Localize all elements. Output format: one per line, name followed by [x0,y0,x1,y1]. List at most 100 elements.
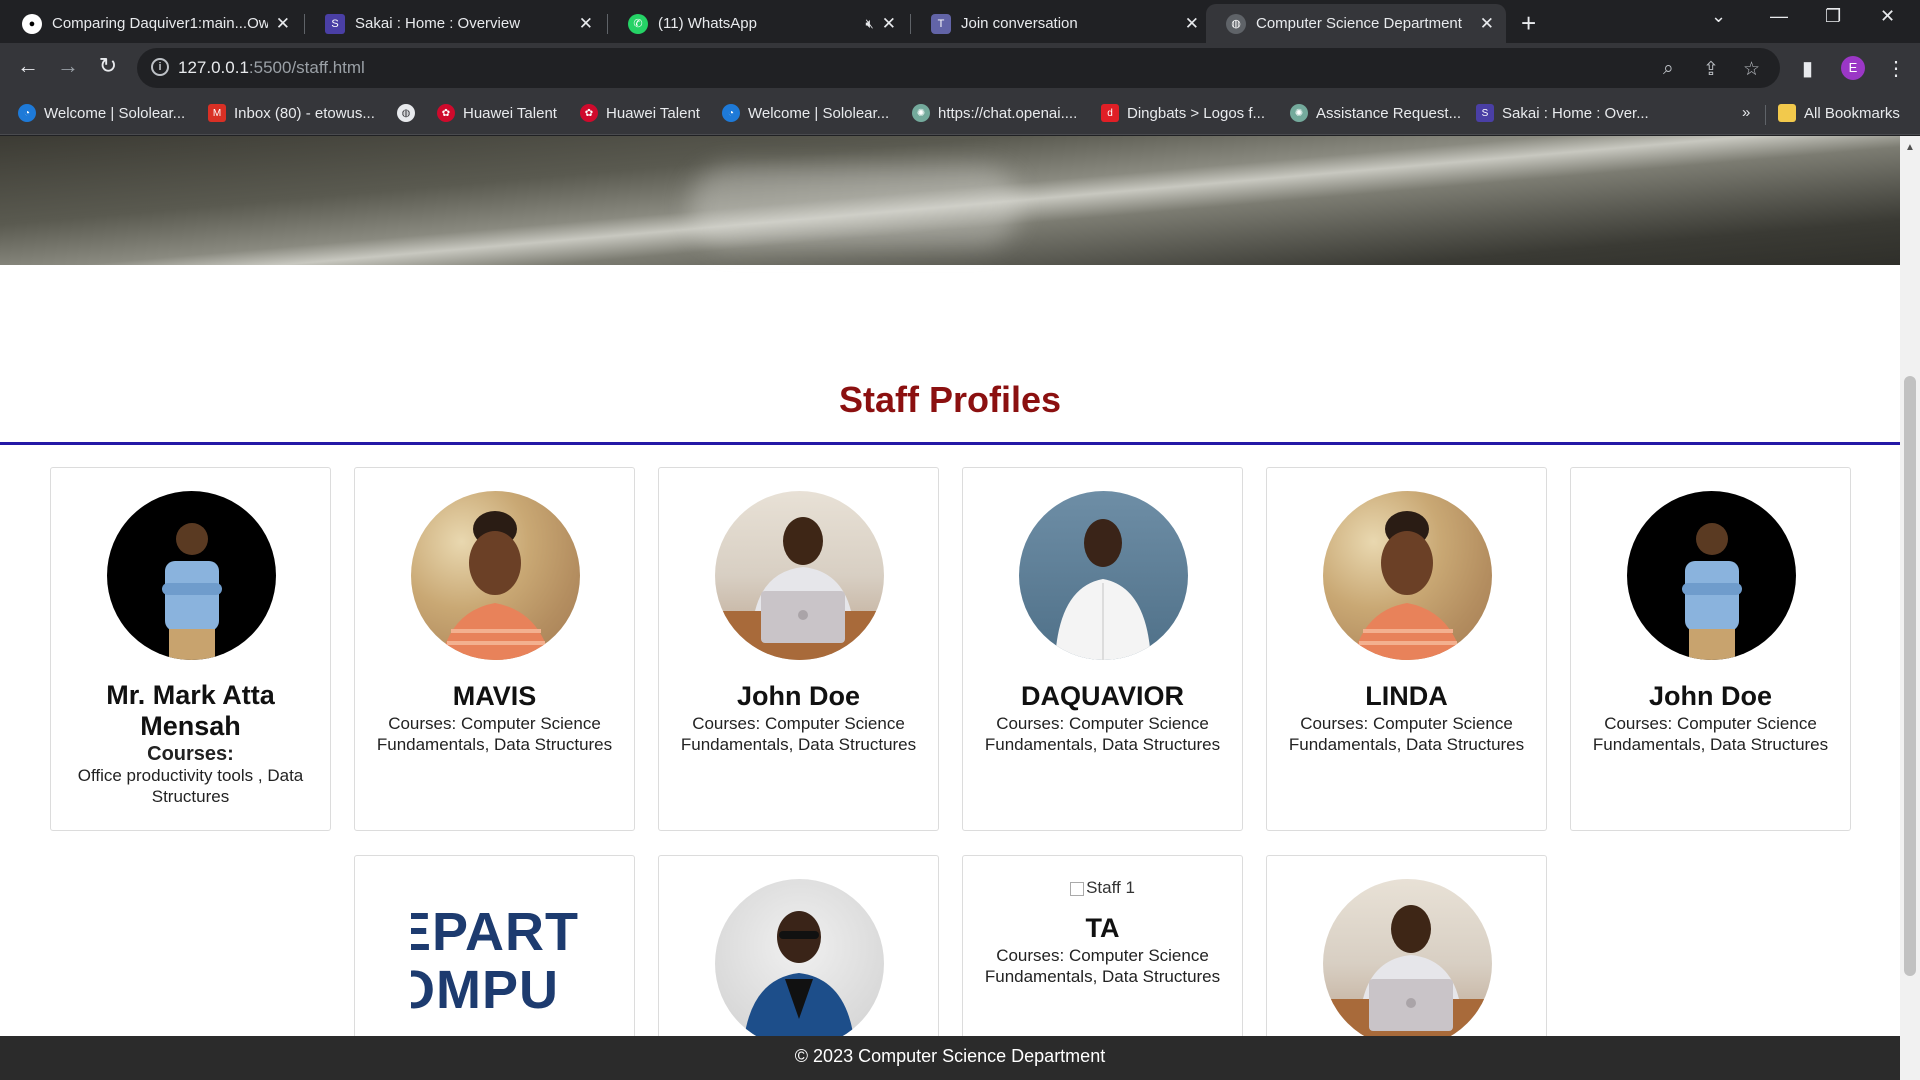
bookmark-label: Dingbats > Logos f... [1127,104,1266,122]
side-panel-icon[interactable]: ▮ [1802,56,1813,81]
bookmark-globe[interactable]: ◍ [397,104,423,122]
broken-image-alt-text: Staff 1 [1086,878,1135,897]
tab-title: Computer Science Department [1256,15,1462,32]
url-text[interactable]: 127.0.0.1:5500/staff.html [178,58,365,78]
staff-card: DAQUAVIOR Courses: Computer Science Fund… [962,467,1243,831]
folder-icon [1778,104,1796,122]
site-info-icon[interactable]: i [151,58,169,76]
menu-kebab-icon[interactable]: ⋮ [1886,56,1906,81]
tab-whatsapp[interactable]: ✆ (11) WhatsApp 🔇︎ ✕ [608,4,908,43]
close-icon[interactable]: ✕ [579,14,593,34]
all-bookmarks-button[interactable]: All Bookmarks [1778,104,1900,122]
scroll-up-arrow-icon[interactable]: ▲ [1905,142,1915,153]
tab-strip: ● Comparing Daquiver1:main...Ow ✕ S Saka… [0,0,1920,43]
staff-courses: Courses: Computer Science Fundamentals, … [376,714,613,754]
minimize-button[interactable]: — [1770,6,1788,27]
sakai-icon: S [325,13,345,34]
staff-card: MAVIS Courses: Computer Science Fundamen… [354,467,635,831]
new-tab-button[interactable]: + [1521,8,1536,39]
logo-text-top: EPART [411,902,580,962]
tab-github-compare[interactable]: ● Comparing Daquiver1:main...Ow ✕ [2,4,302,43]
back-button[interactable]: ← [12,53,44,79]
staff-card: Mr. Mark Atta Mensah Courses: Office pro… [50,467,331,831]
overflow-label: » [1742,104,1751,121]
staff-courses: Courses: Computer Science Fundamentals, … [680,714,917,754]
bookmark-label: Huawei Talent [606,104,700,122]
tab-computer-science[interactable]: ◍ Computer Science Department ✕ [1206,4,1506,43]
tab-search-chevron-icon[interactable]: ⌄ [1711,6,1726,27]
page-scrollbar[interactable]: ▲ [1900,136,1920,1080]
courses-heading: Courses: [147,743,234,765]
tab-sakai[interactable]: S Sakai : Home : Overview ✕ [305,4,605,43]
bookmark-label: All Bookmarks [1804,104,1900,122]
site-footer: © 2023 Computer Science Department [0,1036,1900,1080]
tab-title: (11) WhatsApp [658,15,757,32]
gmail-icon: M [208,104,226,122]
openai-icon: ✺ [1290,104,1308,122]
globe-icon: ◍ [1226,13,1246,34]
profile-avatar[interactable]: E [1841,56,1865,80]
bookmark-sololearn-2[interactable]: ◔ Welcome | Sololear... [722,104,889,122]
bookmark-openai-chat[interactable]: ✺ https://chat.openai.... [912,104,1077,122]
staff-card: John Doe Courses: Computer Science Funda… [658,467,939,831]
scrollbar-thumb[interactable] [1904,376,1916,976]
whatsapp-icon: ✆ [628,13,648,34]
tab-title: Join conversation [961,15,1078,32]
forward-button[interactable]: → [52,53,84,79]
address-bar[interactable]: i 127.0.0.1:5500/staff.html ⌕ ⇪ ☆ [137,48,1780,88]
share-icon[interactable]: ⇪ [1703,58,1719,81]
window-close-button[interactable]: ✕ [1880,6,1895,27]
bookmark-assistance[interactable]: ✺ Assistance Request... [1290,104,1461,122]
bookmark-label: Huawei Talent [463,104,557,122]
huawei-icon: ✿ [580,104,598,122]
staff-name: DAQUAVIOR [1020,681,1184,711]
bookmark-sakai[interactable]: S Sakai : Home : Over... [1476,104,1649,122]
bookmark-star-icon[interactable]: ☆ [1743,58,1760,81]
bookmark-gmail[interactable]: M Inbox (80) - etowus... [208,104,375,122]
staff-photo [715,491,884,660]
url-path: :5500/staff.html [248,58,365,77]
bookmark-label: Welcome | Sololear... [44,104,186,122]
tab-title: Comparing Daquiver1:main...Ow [52,15,268,32]
openai-icon: ✺ [912,104,930,122]
bookmark-label: Inbox (80) - etowus... [234,104,375,122]
bookmarks-separator [1765,105,1766,125]
staff-photo [1019,491,1188,660]
staff-name: Mr. Mark Atta Mensah [106,680,275,741]
restore-button[interactable]: ❐ [1825,6,1841,27]
bookmarks-overflow-button[interactable]: » [1742,104,1750,121]
dingbats-icon: d [1101,104,1119,122]
staff-courses: Courses: Office productivity tools , Dat… [51,744,330,807]
bookmark-sololearn[interactable]: ◔ Welcome | Sololear... [18,104,185,122]
bookmark-huawei-2[interactable]: ✿ Huawei Talent [580,104,700,122]
hero-banner-image [0,136,1900,265]
speaker-muted-icon[interactable]: 🔇︎ [866,16,874,32]
staff-photo [1627,491,1796,660]
tab-teams[interactable]: T Join conversation ✕ [911,4,1211,43]
bookmark-label: Assistance Request... [1316,104,1462,122]
staff-courses: Courses: Computer Science Fundamentals, … [1288,714,1525,754]
staff-card: John Doe Courses: Computer Science Funda… [1570,467,1851,831]
staff-courses: Courses: Computer Science Fundamentals, … [984,714,1221,754]
reload-button[interactable]: ↻ [92,53,124,79]
staff-photo [1323,879,1492,1048]
bookmark-label: https://chat.openai.... [938,104,1078,122]
close-icon[interactable]: ✕ [882,14,896,34]
zoom-icon[interactable]: ⌕ [1663,58,1674,80]
bookmark-label: Sakai : Home : Over... [1502,104,1649,122]
bookmark-dingbats[interactable]: d Dingbats > Logos f... [1101,104,1265,122]
globe-icon: ◍ [397,104,415,122]
bookmark-huawei-1[interactable]: ✿ Huawei Talent [437,104,557,122]
staff-courses: Courses: Computer Science Fundamentals, … [984,946,1221,986]
page-viewport: Staff Profiles Mr. Mark Atta Mensah Cour… [0,136,1900,1080]
staff-courses: Courses: Computer Science Fundamentals, … [1592,714,1829,754]
broken-image-placeholder: Staff 1 [963,878,1242,898]
close-icon[interactable]: ✕ [1480,14,1494,34]
sololearn-icon: ◔ [18,104,36,122]
close-icon[interactable]: ✕ [276,14,290,34]
teams-icon: T [931,13,951,34]
close-icon[interactable]: ✕ [1185,14,1199,34]
staff-card: LINDA Courses: Computer Science Fundamen… [1266,467,1547,831]
sakai-icon: S [1476,104,1494,122]
logo-text-bottom: OMPU [411,960,559,1020]
